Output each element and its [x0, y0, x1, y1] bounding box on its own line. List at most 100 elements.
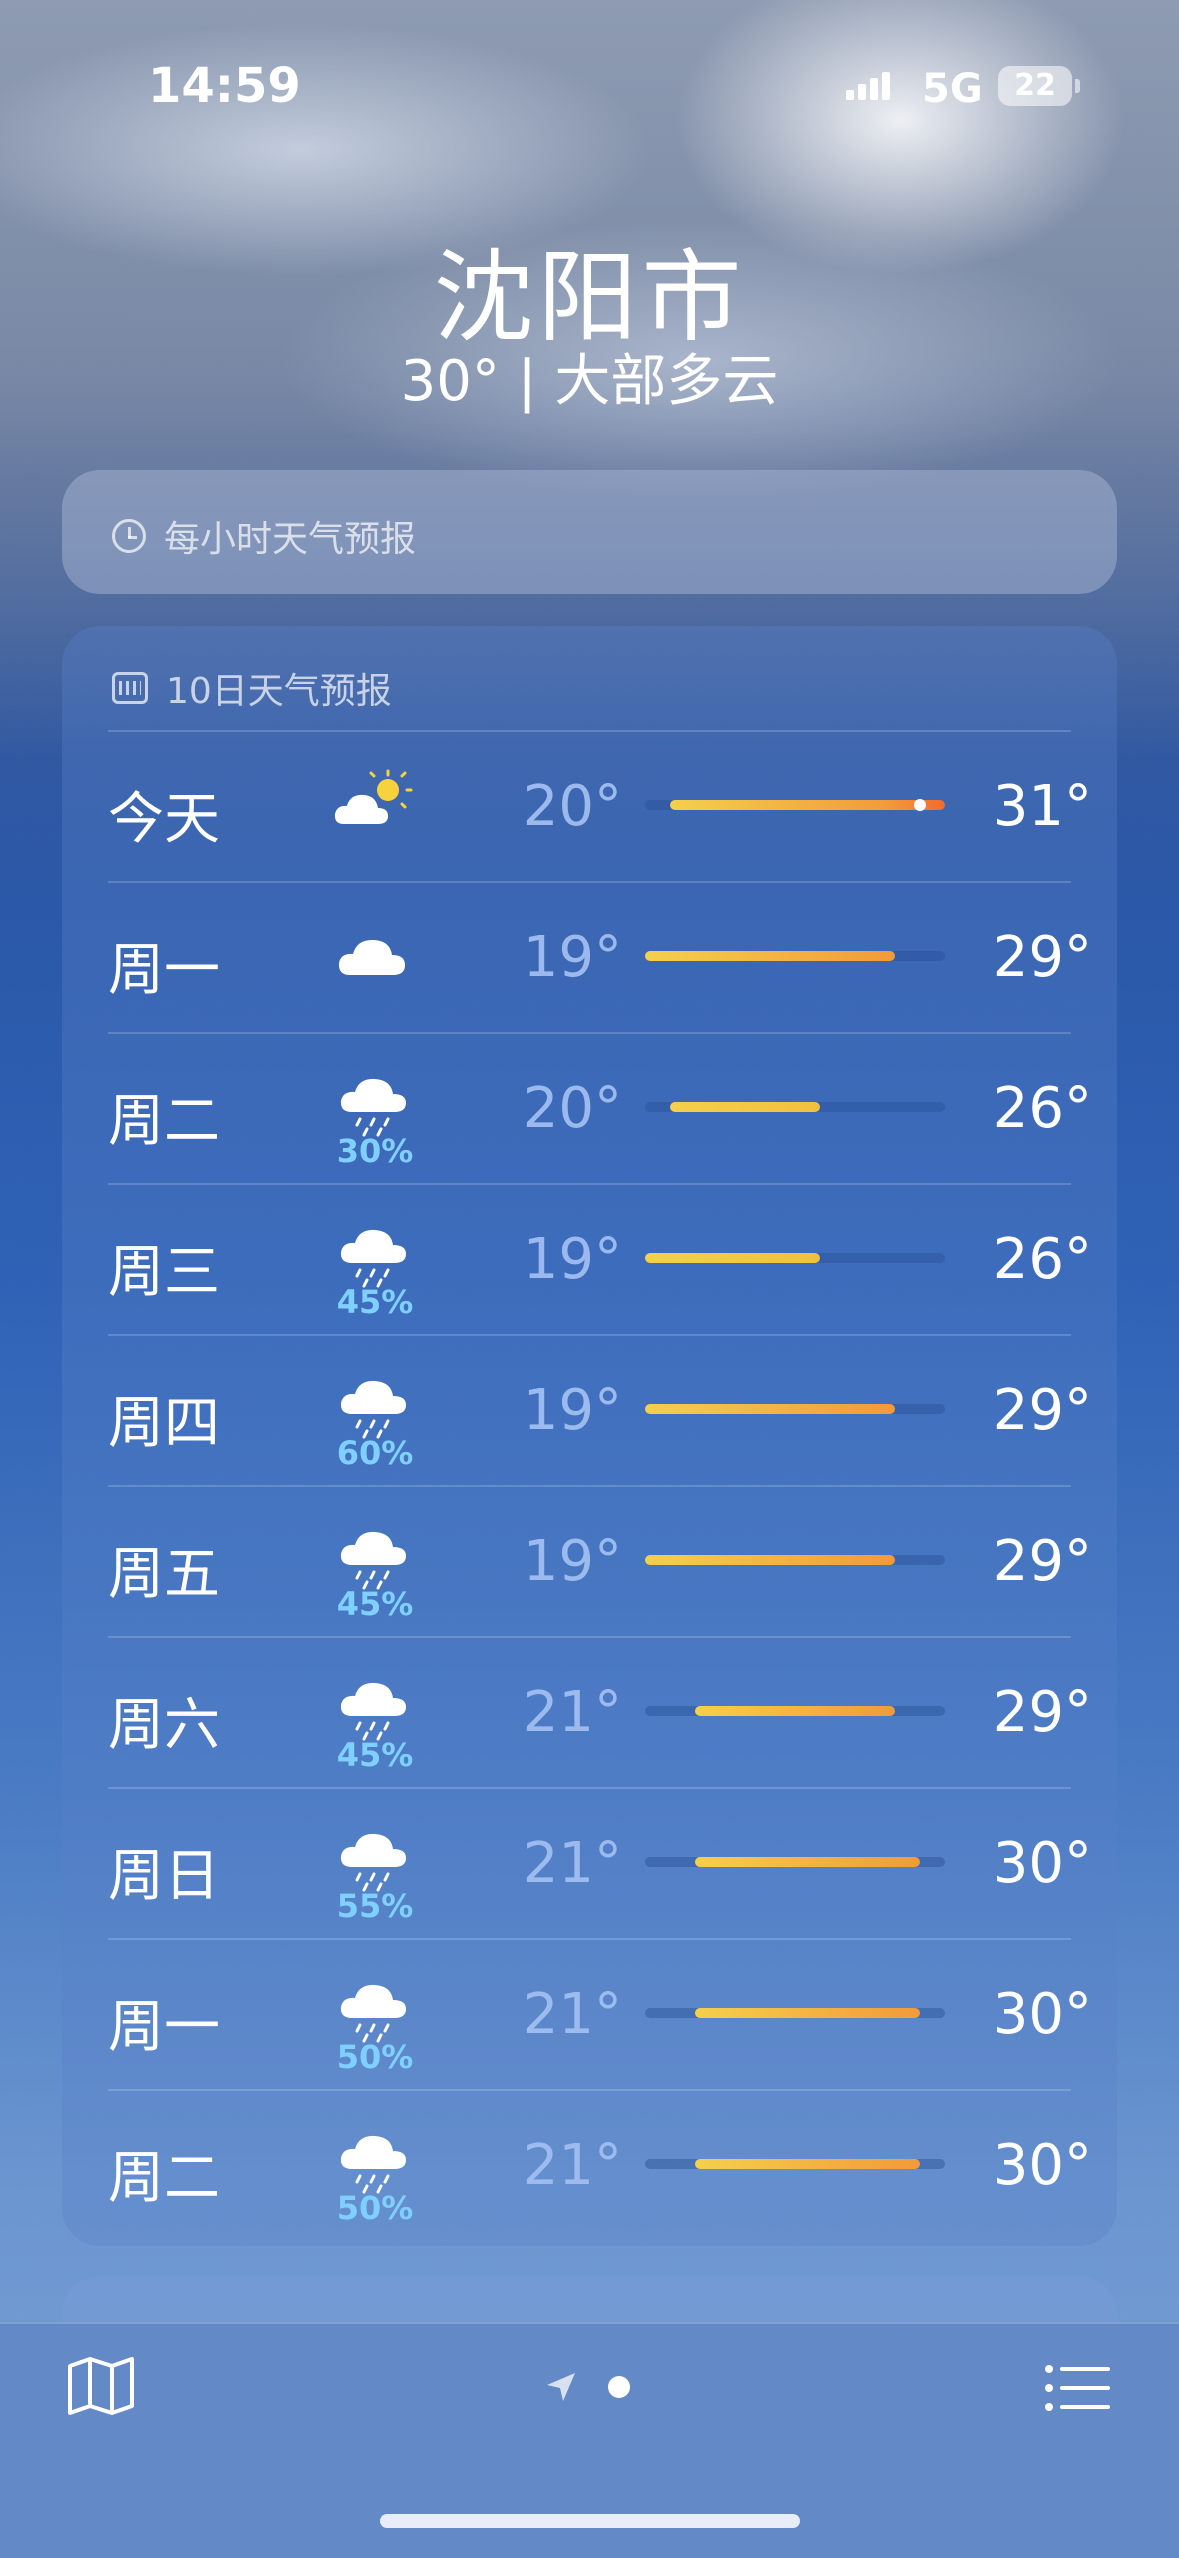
- low-temp: 19°: [522, 1378, 622, 1443]
- row-divider: [108, 730, 1071, 732]
- low-temp: 21°: [522, 1680, 622, 1745]
- precip-chance: 55%: [336, 1887, 414, 1925]
- rain-icon: [340, 1682, 406, 1741]
- current-temp-dot: [914, 799, 926, 811]
- status-time: 14:59: [148, 58, 301, 114]
- temp-range-bar: [645, 1253, 945, 1263]
- rain-icon: [340, 1380, 406, 1439]
- temp-range-fill: [645, 1555, 895, 1565]
- temp-range-bar: [645, 2159, 945, 2169]
- temp-range-bar: [645, 1555, 945, 1565]
- low-temp: 21°: [522, 1831, 622, 1896]
- precip-chance: 50%: [336, 2038, 414, 2076]
- forecast-row[interactable]: 周一 50% 21° 30°: [62, 1938, 1117, 2089]
- low-temp: 19°: [522, 1227, 622, 1292]
- temp-range-bar: [645, 1102, 945, 1112]
- forecast-row[interactable]: 周五 45% 19° 29°: [62, 1485, 1117, 1636]
- forecast-row[interactable]: 今天 20° 31°: [62, 730, 1117, 881]
- forecast-row[interactable]: 周二 30% 20° 26°: [62, 1032, 1117, 1183]
- forecast-day: 今天: [108, 787, 220, 852]
- forecast-day: 周六: [108, 1693, 220, 1758]
- temp-range-fill: [695, 2159, 920, 2169]
- precip-chance: 50%: [336, 2189, 414, 2227]
- rain-icon: [340, 1229, 406, 1288]
- row-divider: [108, 1787, 1071, 1789]
- forecast-row[interactable]: 周二 50% 21° 30°: [62, 2089, 1117, 2240]
- battery-icon: 22: [998, 66, 1080, 106]
- high-temp: 26°: [992, 1076, 1092, 1141]
- forecast-row[interactable]: 周六 45% 21° 29°: [62, 1636, 1117, 1787]
- high-temp: 26°: [992, 1227, 1092, 1292]
- precip-chance: 45%: [336, 1283, 414, 1321]
- forecast-day: 周三: [108, 1240, 220, 1305]
- forecast-day: 周五: [108, 1542, 220, 1607]
- forecast-row[interactable]: 周四 60% 19° 29°: [62, 1334, 1117, 1485]
- temp-range-fill: [670, 800, 945, 810]
- row-divider: [108, 881, 1071, 883]
- high-temp: 30°: [992, 1982, 1092, 2047]
- forecast-day: 周日: [108, 1844, 220, 1909]
- forecast-row[interactable]: 周日 55% 21° 30°: [62, 1787, 1117, 1938]
- low-temp: 20°: [522, 1076, 622, 1141]
- row-divider: [108, 1334, 1071, 1336]
- forecast-day: 周一: [108, 938, 220, 1003]
- high-temp: 29°: [992, 1378, 1092, 1443]
- temp-range-bar: [645, 2008, 945, 2018]
- high-temp: 31°: [992, 774, 1092, 839]
- temp-range-bar: [645, 799, 945, 811]
- row-divider: [108, 1485, 1071, 1487]
- forecast-row[interactable]: 周一 19° 29°: [62, 881, 1117, 1032]
- high-temp: 30°: [992, 2133, 1092, 2198]
- rain-icon: [340, 1078, 406, 1137]
- map-icon[interactable]: [66, 2356, 136, 2416]
- temp-range-bar: [645, 1857, 945, 1867]
- row-divider: [108, 1938, 1071, 1940]
- high-temp: 29°: [992, 1529, 1092, 1594]
- low-temp: 21°: [522, 1982, 622, 2047]
- home-indicator: [380, 2514, 800, 2528]
- temp-range-fill: [645, 1404, 895, 1414]
- precip-chance: 30%: [336, 1132, 414, 1170]
- clock-icon: [112, 519, 146, 553]
- hourly-forecast-card[interactable]: 每小时天气预报: [62, 470, 1117, 594]
- temp-range-fill: [645, 951, 895, 961]
- page-dot[interactable]: [608, 2376, 630, 2398]
- rain-icon: [340, 1531, 406, 1590]
- location-arrow-icon[interactable]: [544, 2370, 578, 2404]
- forecast-day: 周四: [108, 1391, 220, 1456]
- low-temp: 20°: [522, 774, 622, 839]
- daily-title: 10日天气预报: [166, 671, 392, 712]
- row-divider: [108, 1183, 1071, 1185]
- row-divider: [108, 2089, 1071, 2091]
- rain-icon: [340, 2135, 406, 2194]
- forecast-day: 周二: [108, 2146, 220, 2211]
- network-type: 5G: [922, 66, 983, 112]
- signal-icon: [846, 72, 890, 100]
- forecast-day: 周一: [108, 1995, 220, 2060]
- precip-chance: 45%: [336, 1585, 414, 1623]
- calendar-icon: [112, 672, 148, 704]
- forecast-row[interactable]: 周三 45% 19° 26°: [62, 1183, 1117, 1334]
- status-bar: 14:59 5G 22: [0, 0, 1179, 170]
- cloud-icon: [338, 939, 405, 975]
- low-temp: 19°: [522, 1529, 622, 1594]
- high-temp: 30°: [992, 1831, 1092, 1896]
- ten-day-forecast-card[interactable]: 10日天气预报 今天 20° 31° 周一 19° 29° 周二 30% 20° 26° 周三 45%…: [62, 626, 1117, 2246]
- precip-chance: 45%: [336, 1736, 414, 1774]
- current-summary: 30° | 大部多云: [400, 349, 779, 414]
- hourly-title: 每小时天气预报: [164, 519, 417, 560]
- list-icon[interactable]: [1044, 2364, 1112, 2412]
- forecast-day: 周二: [108, 1089, 220, 1154]
- temp-range-bar: [645, 951, 945, 961]
- low-temp: 21°: [522, 2133, 622, 2198]
- partly-sunny-icon: [334, 769, 413, 824]
- high-temp: 29°: [992, 1680, 1092, 1745]
- row-divider: [108, 1032, 1071, 1034]
- row-divider: [108, 1636, 1071, 1638]
- rain-icon: [340, 1984, 406, 2043]
- temp-range-bar: [645, 1706, 945, 1716]
- temp-range-fill: [695, 2008, 920, 2018]
- temp-range-bar: [645, 1404, 945, 1414]
- high-temp: 29°: [992, 925, 1092, 990]
- temp-range-fill: [695, 1706, 895, 1716]
